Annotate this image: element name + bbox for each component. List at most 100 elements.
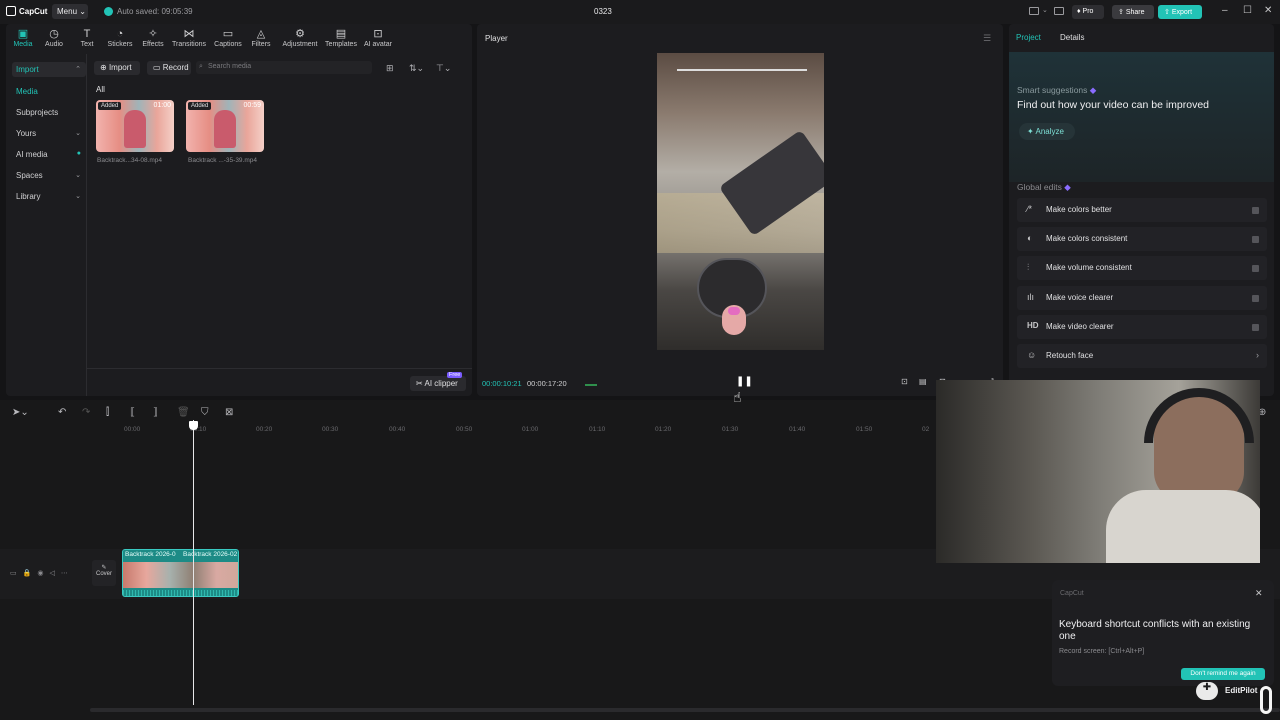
search-input[interactable]: ⌕ Search media xyxy=(196,61,372,74)
sidebar-item-media[interactable]: Media xyxy=(16,87,38,96)
filter-all[interactable]: All xyxy=(96,85,105,94)
added-badge: Added xyxy=(188,102,212,110)
select-cursor-icon[interactable]: ➤⌄ xyxy=(12,407,29,418)
chevron-down-icon: ⌄ xyxy=(75,130,81,137)
diamond-icon: ◆ xyxy=(1064,182,1071,192)
tab-ai-avatar[interactable]: ⊡ AI avatar xyxy=(360,28,396,48)
audio-toggle-icon[interactable]: ⊡ xyxy=(901,377,908,386)
analyze-label: Analyze xyxy=(1035,127,1064,136)
sidebar-library[interactable]: Library ⌄ xyxy=(12,189,86,204)
option-toggle[interactable] xyxy=(1252,207,1259,214)
undo-icon[interactable]: ↶ xyxy=(58,407,66,418)
clip-thumbnail xyxy=(214,110,236,148)
option-make-colors-better[interactable]: ⁄* Make colors better xyxy=(1017,198,1267,222)
sidebar-label: Yours xyxy=(16,129,37,138)
audio-icon: ◷ xyxy=(49,28,59,40)
option-make-volume-consistent[interactable]: ⫶ Make volume consistent xyxy=(1017,256,1267,280)
tab-filters[interactable]: ◬ Filters xyxy=(244,28,278,48)
tab-transitions[interactable]: ⋈ Transitions xyxy=(172,28,206,48)
menu-lines-icon[interactable]: ☰ xyxy=(983,33,991,44)
analyze-button[interactable]: ✦ Analyze xyxy=(1019,123,1075,140)
tab-audio[interactable]: ◷ Audio xyxy=(37,28,71,48)
chevron-up-icon: ⌃ xyxy=(75,66,81,73)
tab-templates[interactable]: ▤ Templates xyxy=(323,28,359,48)
editpilot-logo-icon[interactable]: ✚ xyxy=(1196,682,1218,700)
option-retouch-face[interactable]: ☺ Retouch face › xyxy=(1017,344,1267,368)
sidebar-ai-media[interactable]: AI media ● xyxy=(12,147,86,162)
option-make-voice-clearer[interactable]: ılı Make voice clearer xyxy=(1017,286,1267,310)
option-toggle[interactable] xyxy=(1252,265,1259,272)
video-track-clip[interactable]: Backtrack 2026-0 Backtrack 2026-02 xyxy=(122,549,239,597)
ai-clipper-button[interactable]: ✂ AI clipper xyxy=(410,376,466,391)
templates-icon: ▤ xyxy=(335,28,347,40)
close-icon[interactable]: ✕ xyxy=(1264,5,1272,16)
split-left-icon[interactable]: ⟦ xyxy=(130,407,135,418)
ai-avatar-icon: ⊡ xyxy=(373,28,383,40)
sidebar-item-subprojects[interactable]: Subprojects xyxy=(16,108,58,117)
panel-icon[interactable] xyxy=(1054,7,1064,15)
sort-icon[interactable]: ⇅⌄ xyxy=(409,63,424,74)
split-right-icon[interactable]: ⟧ xyxy=(153,407,158,418)
close-icon[interactable]: ✕ xyxy=(1255,588,1263,599)
option-toggle[interactable] xyxy=(1252,236,1259,243)
option-toggle[interactable] xyxy=(1252,295,1259,302)
share-button[interactable]: ⇪ Share xyxy=(1112,5,1154,19)
filter-icon[interactable]: ⊤⌄ xyxy=(436,63,451,74)
option-label: Make voice clearer xyxy=(1046,293,1114,302)
dont-remind-button[interactable]: Don't remind me again xyxy=(1181,668,1265,680)
tab-captions[interactable]: ▭ Captions xyxy=(211,28,245,48)
redo-icon[interactable]: ↷ xyxy=(82,407,90,418)
track-controls-icons[interactable]: ▭🔒◉◁⋯ xyxy=(10,569,74,577)
editpilot-label: EditPilot xyxy=(1225,686,1258,695)
hd-icon: HD xyxy=(1027,321,1039,330)
person-shirt xyxy=(1106,490,1260,563)
option-label: Make colors consistent xyxy=(1046,234,1128,243)
playhead-handle[interactable] xyxy=(189,421,198,430)
import-button[interactable]: ⊕ Import xyxy=(94,61,140,75)
grid-view-icon[interactable]: ⊞ xyxy=(386,63,394,74)
player-title: Player xyxy=(485,34,508,43)
minimize-icon[interactable]: – xyxy=(1222,5,1228,16)
sidebar-import[interactable]: Import ⌃ xyxy=(12,62,86,77)
tab-adjustment[interactable]: ⚙ Adjustment xyxy=(279,28,321,48)
tab-media[interactable]: ▣ Media xyxy=(6,28,40,48)
tab-label: Media xyxy=(13,41,33,48)
record-label: Record xyxy=(162,63,189,72)
quality-icon[interactable]: ▤ xyxy=(919,377,927,386)
layout-icon[interactable] xyxy=(1029,7,1039,15)
tab-text[interactable]: T Text xyxy=(70,28,104,48)
option-make-colors-consistent[interactable]: ◐ Make colors consistent xyxy=(1017,227,1267,251)
sidebar-yours[interactable]: Yours ⌄ xyxy=(12,126,86,141)
media-clip[interactable]: Added 01:00 xyxy=(96,100,174,152)
video-preview[interactable] xyxy=(657,53,824,350)
horizontal-scrollbar[interactable] xyxy=(90,708,1280,712)
crop-tool-icon[interactable]: ⊠ xyxy=(225,407,233,418)
tab-stickers[interactable]: ◔ Stickers xyxy=(103,28,137,48)
cover-button[interactable]: ✎ Cover xyxy=(92,560,116,586)
chevron-down-icon[interactable]: ⌄ xyxy=(1042,6,1048,14)
menu-button[interactable]: Menu ⌄ xyxy=(52,4,88,19)
tab-label: Filters xyxy=(251,41,271,48)
sidebar-spaces[interactable]: Spaces ⌄ xyxy=(12,168,86,183)
option-label: Make volume consistent xyxy=(1046,263,1132,272)
record-button[interactable]: ▭ Record xyxy=(147,61,191,75)
pause-icon[interactable]: ❚❚ xyxy=(736,376,753,387)
smart-title-text: Smart suggestions xyxy=(1017,85,1088,95)
global-edits-text: Global edits xyxy=(1017,182,1062,192)
cover-label: Cover xyxy=(95,571,112,577)
tick-label: 01:20 xyxy=(655,426,672,433)
headphones xyxy=(1144,388,1254,443)
media-clip[interactable]: Added 00:59 xyxy=(186,100,264,152)
tab-project[interactable]: Project xyxy=(1016,33,1041,42)
tab-details[interactable]: Details xyxy=(1060,33,1084,42)
export-button[interactable]: ⇧ Export xyxy=(1158,5,1202,19)
pro-button[interactable]: ♦ Pro xyxy=(1072,5,1104,19)
tab-effects[interactable]: ✧ Effects xyxy=(136,28,170,48)
option-make-video-clearer[interactable]: HD Make video clearer xyxy=(1017,315,1267,339)
option-toggle[interactable] xyxy=(1252,324,1259,331)
split-icon[interactable]: ⫿ xyxy=(106,407,109,418)
delete-icon[interactable]: 🗑 xyxy=(177,407,190,418)
playhead[interactable] xyxy=(193,420,194,705)
marker-icon[interactable]: ⛉ xyxy=(201,407,209,418)
maximize-icon[interactable]: ☐ xyxy=(1243,5,1252,16)
